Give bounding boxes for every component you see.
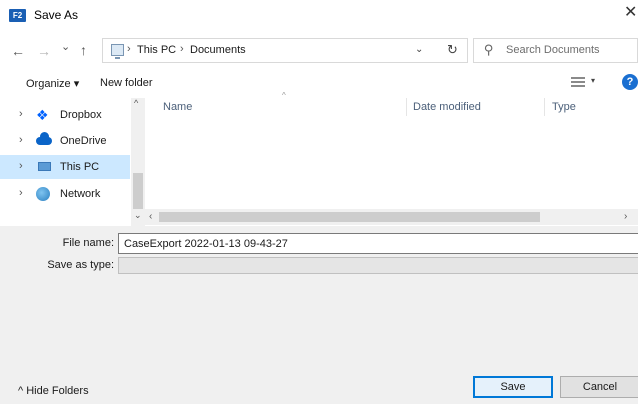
new-folder-button[interactable]: New folder <box>100 77 153 89</box>
sidebar-item-onedrive[interactable]: › OneDrive <box>0 129 130 153</box>
forward-arrow-icon[interactable]: → <box>37 44 51 58</box>
sort-caret-icon: ^ <box>282 91 286 100</box>
sidebar-item-label: Dropbox <box>60 109 102 121</box>
scrollbar-thumb[interactable] <box>159 212 540 222</box>
expand-chevron-icon[interactable]: › <box>19 108 23 120</box>
breadcrumb-documents[interactable]: Documents <box>190 44 246 56</box>
view-dropdown-icon[interactable]: ▾ <box>591 76 595 85</box>
scrollbar-thumb[interactable] <box>133 173 143 209</box>
sidebar-item-network[interactable]: › Network <box>0 182 130 206</box>
column-header-date-modified[interactable]: Date modified <box>413 101 481 113</box>
refresh-icon[interactable]: ↻ <box>447 42 458 58</box>
sidebar-item-label: Network <box>60 188 101 200</box>
scroll-up-icon[interactable]: ^ <box>134 98 138 108</box>
column-header-type[interactable]: Type <box>552 101 576 113</box>
search-input[interactable] <box>506 44 634 56</box>
save-as-type-label: Save as type: <box>47 259 114 271</box>
title-bar <box>0 0 638 30</box>
search-box[interactable]: ⚲ <box>473 38 638 63</box>
dropbox-icon: ❖ <box>36 107 49 123</box>
scroll-left-icon[interactable]: ‹ <box>149 211 152 222</box>
expand-chevron-icon[interactable]: › <box>19 134 23 146</box>
window-title: Save As <box>34 8 79 22</box>
column-divider[interactable] <box>406 98 407 116</box>
this-pc-icon <box>111 44 124 59</box>
expand-chevron-icon[interactable]: › <box>19 187 23 199</box>
sidebar-item-label: OneDrive <box>60 135 107 147</box>
file-list-horizontal-scrollbar[interactable]: ‹ › <box>145 209 638 225</box>
address-dropdown-icon[interactable]: ⌄ <box>415 44 423 55</box>
scroll-down-icon[interactable]: ⌄ <box>134 210 142 221</box>
network-icon <box>36 187 50 201</box>
scroll-right-icon[interactable]: › <box>624 211 627 222</box>
organize-button[interactable]: Organize ▾ <box>26 77 79 90</box>
expand-chevron-icon[interactable]: › <box>19 160 23 172</box>
command-bar <box>0 70 638 98</box>
sidebar-item-label: This PC <box>60 161 100 173</box>
sidebar-item-dropbox[interactable]: › ❖ Dropbox <box>0 103 130 127</box>
address-bar[interactable]: › This PC › Documents ⌄ ↻ <box>102 38 468 63</box>
recent-locations-chevron-icon[interactable]: ⌄ <box>61 40 70 54</box>
column-divider[interactable] <box>544 98 545 116</box>
breadcrumb-separator: › <box>127 43 131 55</box>
save-as-type-select[interactable]: ⌄ <box>118 257 638 274</box>
hide-folders-button[interactable]: ^ Hide Folders <box>18 385 89 397</box>
app-icon: F2 <box>9 9 26 22</box>
breadcrumb-separator: › <box>180 43 184 55</box>
back-arrow-icon[interactable]: ← <box>11 44 25 58</box>
file-name-input[interactable] <box>118 233 638 254</box>
view-options-icon[interactable] <box>571 76 585 89</box>
this-pc-icon <box>38 162 51 171</box>
search-icon: ⚲ <box>484 42 494 57</box>
navigation-pane-scrollbar[interactable]: ^ ⌄ <box>131 98 145 226</box>
cancel-button[interactable]: Cancel <box>560 376 638 398</box>
breadcrumb-this-pc[interactable]: This PC <box>137 44 176 56</box>
column-header-name[interactable]: Name <box>163 101 192 113</box>
navigation-pane: › ❖ Dropbox › OneDrive › This PC › Netwo… <box>0 98 145 226</box>
save-button[interactable]: Save <box>473 376 553 398</box>
sidebar-item-this-pc[interactable]: › This PC <box>0 155 130 179</box>
file-name-label: File name: <box>62 237 114 249</box>
up-arrow-icon[interactable]: ↑ <box>80 43 87 57</box>
onedrive-icon <box>36 132 52 145</box>
close-icon[interactable]: ✕ <box>624 5 637 21</box>
help-icon[interactable]: ? <box>622 74 638 90</box>
file-list[interactable] <box>145 116 638 209</box>
